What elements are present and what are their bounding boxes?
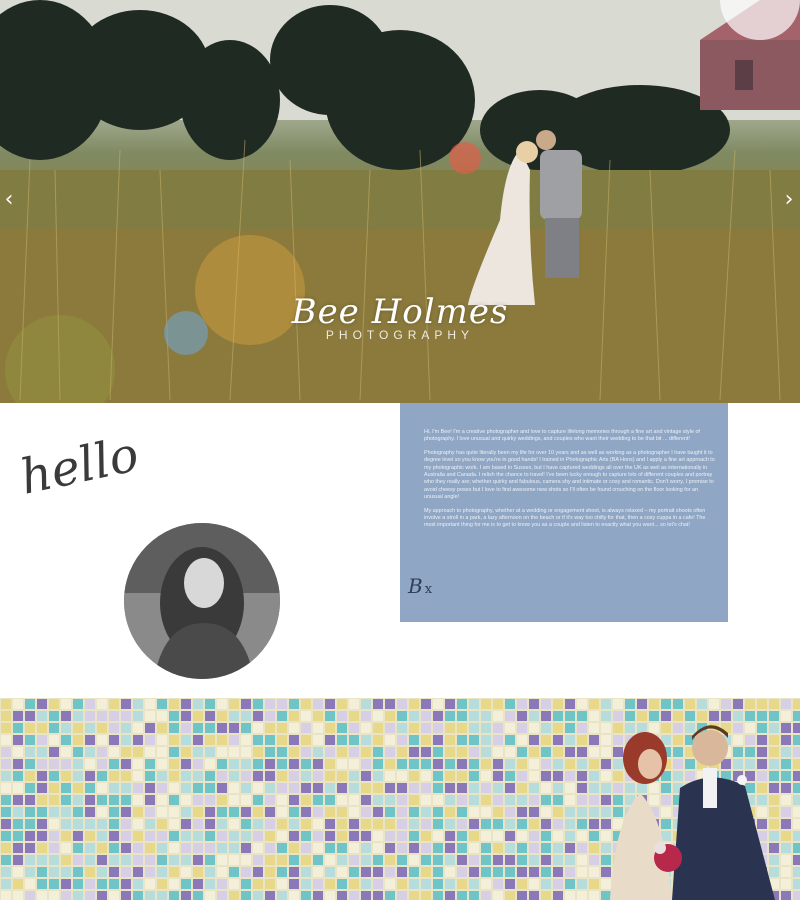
bio-panel: Hi, I'm Bee! I'm a creative photographer… <box>400 403 728 622</box>
slider-prev-button[interactable]: ‹ <box>0 188 18 212</box>
logo-script: Bee Holmes <box>291 292 509 332</box>
signature-kiss: x <box>424 582 433 597</box>
avatar <box>124 523 280 679</box>
hero-photo <box>0 0 800 403</box>
hero-slider: ‹ › Bee Holmes PHOTOGRAPHY <box>0 0 800 403</box>
signature-letter: B <box>408 574 423 598</box>
bio-paragraph: My approach to photography, whether at a… <box>424 507 706 529</box>
slider-next-button[interactable]: › <box>780 188 798 212</box>
chevron-right-icon: › <box>784 187 794 212</box>
chevron-left-icon: ‹ <box>4 187 14 212</box>
bio-paragraph: Photography has quite literally been my … <box>424 449 715 501</box>
site-logo[interactable]: Bee Holmes PHOTOGRAPHY <box>270 292 530 342</box>
featured-photo-banner <box>0 698 800 900</box>
signature: Bx <box>408 574 432 598</box>
bio-paragraph: Hi, I'm Bee! I'm a creative photographer… <box>424 429 700 443</box>
hello-heading: hello <box>14 426 143 512</box>
portrait-photo <box>124 523 280 679</box>
mosaic-tile-photo <box>1 699 800 900</box>
hello-text: hello <box>15 426 144 506</box>
